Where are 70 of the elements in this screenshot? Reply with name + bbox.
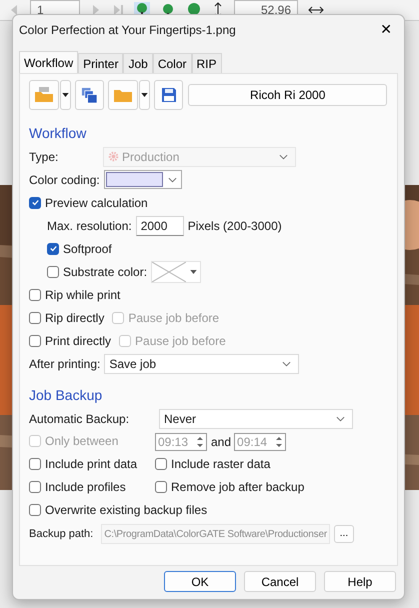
checkbox[interactable] xyxy=(29,196,41,208)
checkbox[interactable] xyxy=(29,288,41,300)
chevron-icon xyxy=(336,416,345,422)
printer-button[interactable]: Ricoh Ri 2000 xyxy=(188,84,387,106)
chevron-icon xyxy=(282,360,292,366)
checkbox[interactable] xyxy=(155,480,167,492)
field-label: Backup path: xyxy=(29,528,94,540)
checkbox-label: Pause job before xyxy=(128,310,220,324)
checkbox[interactable] xyxy=(29,334,41,346)
checkbox[interactable] xyxy=(29,504,41,516)
after-printing-dropdown[interactable]: Save job xyxy=(104,354,300,374)
field-label: and xyxy=(211,434,232,448)
close-button[interactable]: ✕ xyxy=(374,20,398,40)
section-heading: Job Backup xyxy=(29,387,104,403)
checkbox-label: Softproof xyxy=(63,242,112,256)
tab[interactable]: RIP xyxy=(192,53,222,73)
checkbox-label: Remove job after backup xyxy=(171,480,304,494)
dialog-button[interactable]: Cancel xyxy=(244,571,316,592)
checkbox-label: Rip while print xyxy=(45,288,120,302)
checkbox-label: Rip directly xyxy=(45,310,104,324)
save-button[interactable] xyxy=(154,80,184,110)
field-label: After printing: xyxy=(29,356,100,370)
checkbox-label: Only between xyxy=(45,434,118,448)
resolution-field[interactable]: 2000 xyxy=(136,216,184,236)
checkbox-label: Preview calculation xyxy=(45,196,148,210)
dialog-button[interactable]: OK xyxy=(164,571,236,592)
caret-icon xyxy=(190,270,198,274)
dropdown-button[interactable] xyxy=(60,80,71,110)
checkbox-label: Pause job before xyxy=(135,334,226,348)
checkbox-label: Overwrite existing backup files xyxy=(45,502,208,516)
chevron-icon xyxy=(279,154,288,160)
checkbox[interactable] xyxy=(47,266,59,278)
gear-icon xyxy=(108,151,119,162)
checkbox-label: Include profiles xyxy=(45,480,126,494)
field-label: Type: xyxy=(29,150,60,164)
no-color-icon xyxy=(152,262,186,282)
check-icon xyxy=(30,198,40,207)
unit-label: Pixels (200-3000) xyxy=(188,218,282,232)
checkbox[interactable] xyxy=(29,312,41,324)
checkbox-label: Include print data xyxy=(45,456,138,470)
checkbox-label: Substrate color: xyxy=(63,264,148,278)
checkbox[interactable] xyxy=(47,242,59,254)
width-icon[interactable] xyxy=(308,5,324,15)
checkbox-label: Print directly xyxy=(45,334,112,348)
browse-button[interactable]: ... xyxy=(334,524,354,542)
check-icon xyxy=(48,244,58,253)
folder-icon xyxy=(34,87,54,103)
dropdown-button[interactable] xyxy=(139,80,150,110)
folder-icon xyxy=(113,87,134,103)
dialog-button[interactable]: Help xyxy=(324,571,396,592)
color-picker[interactable] xyxy=(104,170,182,189)
window-title: Color Perfection at Your Fingertips-1.png xyxy=(19,23,236,37)
checkbox-label: Include raster data xyxy=(171,456,270,470)
field-label: Color coding: xyxy=(29,172,100,186)
tab[interactable]: Job xyxy=(123,53,153,73)
caret-icon xyxy=(62,93,69,97)
copy-pages-button[interactable] xyxy=(75,80,104,110)
tab[interactable]: Workflow xyxy=(19,51,78,73)
field-label: Max. resolution: xyxy=(47,218,132,232)
checkbox[interactable] xyxy=(155,458,167,470)
checkbox[interactable] xyxy=(29,480,41,492)
section-heading: Workflow xyxy=(29,125,88,141)
tab[interactable]: Printer xyxy=(78,53,124,73)
pages-icon xyxy=(81,86,98,104)
checkbox[interactable] xyxy=(29,458,41,470)
field-label: Automatic Backup: xyxy=(29,412,130,426)
caret-icon xyxy=(141,93,148,97)
backup-dropdown[interactable]: Never xyxy=(159,408,353,428)
tab[interactable]: Color xyxy=(152,53,192,73)
chevron-icon xyxy=(168,176,177,182)
